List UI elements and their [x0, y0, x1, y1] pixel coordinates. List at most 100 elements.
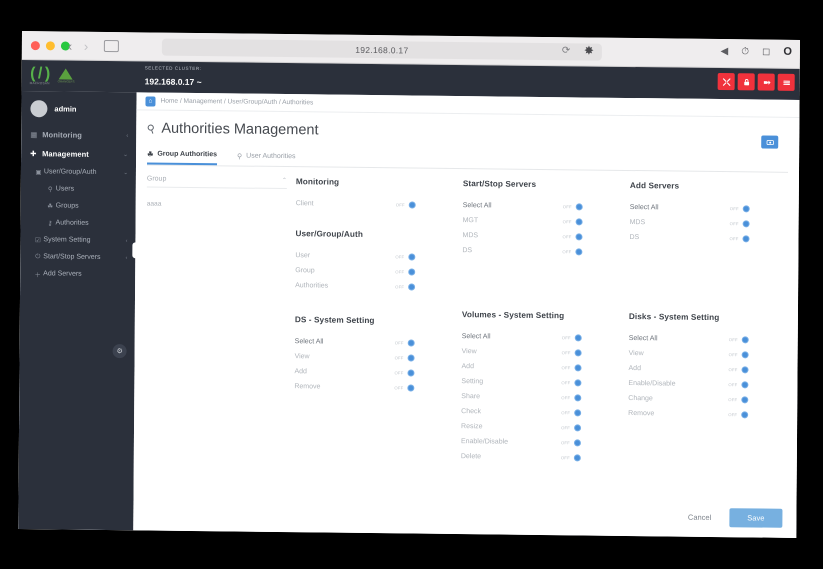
sidebar-item-management[interactable]: ✚ Management ⌄ — [21, 144, 136, 164]
sidebar-item-user-group-auth[interactable]: ▣ User/Group/Auth ⌄ — [21, 163, 136, 181]
toggle-switch[interactable] — [407, 384, 415, 392]
sidebar: admin ▦ Monitoring ‹ ✚ Management ⌄ ▣ Us… — [18, 91, 138, 531]
battery-icon[interactable]: ⏱ — [741, 46, 749, 57]
tab-group-authorities[interactable]: ☘ Group Authorities — [147, 148, 218, 166]
permission-toggle-delete[interactable]: OFF — [561, 454, 581, 462]
toggle-switch[interactable] — [574, 364, 582, 372]
logout-button[interactable] — [757, 73, 775, 91]
permission-toggle-change[interactable]: OFF — [728, 396, 749, 404]
permission-toggle-view[interactable]: OFF — [395, 354, 415, 362]
toggle-switch[interactable] — [741, 381, 749, 389]
permission-toggle-select-all[interactable]: OFF — [730, 205, 750, 213]
permission-toggle-select-all[interactable]: OFF — [563, 203, 583, 211]
sidebar-item-users[interactable]: ⚲ Users — [21, 180, 136, 198]
permission-toggle-remove[interactable]: OFF — [394, 384, 415, 392]
toggle-switch[interactable] — [408, 201, 416, 209]
toggle-switch[interactable] — [574, 379, 582, 387]
permission-toggle-add[interactable]: OFF — [562, 364, 582, 372]
toggle-switch[interactable] — [573, 439, 581, 447]
permission-toggle-select-all[interactable]: OFF — [562, 334, 582, 342]
permission-label: Select All — [629, 204, 659, 212]
toggle-switch[interactable] — [575, 203, 583, 211]
address-bar[interactable]: 192.168.0.17 — [161, 38, 602, 61]
cancel-button[interactable]: Cancel — [678, 508, 722, 527]
minimize-window-button[interactable] — [45, 41, 55, 51]
permission-toggle-add[interactable]: OFF — [394, 369, 415, 377]
list-item[interactable]: aaaa — [147, 197, 296, 212]
back-icon[interactable]: ‹ — [68, 39, 72, 54]
sidebar-item-groups[interactable]: ☘ Groups — [21, 197, 136, 215]
permission-toggle-mds[interactable]: OFF — [562, 233, 583, 241]
volume-icon[interactable]: ◀ — [720, 46, 728, 57]
tab-user-authorities[interactable]: ⚲ User Authorities — [237, 149, 296, 166]
permission-toggle-ds[interactable]: OFF — [729, 235, 750, 243]
toggle-switch[interactable] — [408, 283, 416, 291]
permission-toggle-authorities[interactable]: OFF — [395, 283, 416, 291]
toggle-switch[interactable] — [574, 349, 582, 357]
toggle-switch[interactable] — [407, 369, 415, 377]
sidebar-collapse-button[interactable]: ⚙ — [112, 344, 127, 359]
refresh-button[interactable] — [761, 135, 779, 149]
toggle-switch[interactable] — [741, 366, 749, 374]
toggle-switch[interactable] — [408, 253, 416, 261]
fullscreen-button[interactable] — [717, 73, 735, 91]
sidebar-item-monitoring[interactable]: ▦ Monitoring ‹ — [21, 125, 136, 145]
permission-toggle-select-all[interactable]: OFF — [729, 336, 749, 344]
control-center-icon[interactable]: ◻ — [762, 46, 770, 57]
toggle-switch[interactable] — [574, 394, 582, 402]
share-icon[interactable]: ✸ — [584, 43, 594, 57]
toggle-switch[interactable] — [742, 235, 750, 243]
toggle-switch[interactable] — [741, 351, 749, 359]
toggle-switch[interactable] — [407, 339, 415, 347]
permission-toggle-enable-disable[interactable]: OFF — [561, 439, 581, 447]
permission-toggle-enable-disable[interactable]: OFF — [728, 381, 749, 389]
lock-button[interactable] — [737, 73, 755, 91]
toggle-switch[interactable] — [742, 220, 750, 228]
permission-toggle-resize[interactable]: OFF — [561, 424, 582, 432]
group-select[interactable]: Group ⌃ — [146, 175, 287, 190]
toggle-switch[interactable] — [741, 336, 749, 344]
permission-toggle-add[interactable]: OFF — [729, 366, 749, 374]
home-icon[interactable]: ⌂ — [145, 95, 156, 107]
permission-toggle-select-all[interactable]: OFF — [395, 339, 415, 347]
toggle-switch[interactable] — [573, 454, 581, 462]
permission-toggle-check[interactable]: OFF — [561, 409, 582, 417]
permission-toggle-group[interactable]: OFF — [395, 268, 416, 276]
toggle-switch[interactable] — [575, 218, 583, 226]
toggle-switch[interactable] — [575, 248, 583, 256]
permission-toggle-remove[interactable]: OFF — [728, 411, 749, 419]
save-button[interactable]: Save — [729, 508, 783, 528]
clock-icon[interactable]: O — [783, 46, 792, 58]
toggle-switch[interactable] — [742, 205, 750, 213]
toggle-switch[interactable] — [741, 396, 749, 404]
permission-toggle-mds[interactable]: OFF — [730, 220, 750, 228]
toggle-switch[interactable] — [574, 409, 582, 417]
toggle-switch[interactable] — [574, 334, 582, 342]
sidebar-icon[interactable] — [103, 39, 119, 53]
permission-toggle-share[interactable]: OFF — [561, 394, 582, 402]
sidebar-user[interactable]: admin — [21, 95, 136, 126]
permission-label: Add — [461, 363, 475, 371]
toggle-switch[interactable] — [407, 354, 415, 362]
permission-toggle-setting[interactable]: OFF — [561, 379, 582, 387]
permission-toggle-user[interactable]: OFF — [395, 253, 416, 261]
sidebar-item-add-servers[interactable]: ＋ Add Servers — [20, 265, 135, 283]
reload-icon[interactable]: ⟳ — [562, 45, 570, 56]
toggle-switch[interactable] — [408, 268, 416, 276]
permission-toggle-client[interactable]: OFF — [396, 201, 416, 209]
toggle-switch[interactable] — [741, 411, 749, 419]
window-controls[interactable] — [30, 41, 70, 51]
cluster-selector[interactable]: SELECTED CLUSTER: 192.168.0.17 ~ — [137, 64, 202, 90]
permission-toggle-ds[interactable]: OFF — [562, 248, 583, 256]
permission-toggle-mgt[interactable]: OFF — [563, 218, 583, 226]
menu-button[interactable] — [777, 73, 795, 91]
permission-toggle-view[interactable]: OFF — [729, 351, 749, 359]
toggle-switch[interactable] — [575, 233, 583, 241]
sidebar-item-system-setting[interactable]: ☑ System Setting ‹ — [20, 231, 135, 249]
toggle-switch[interactable] — [574, 424, 582, 432]
close-window-button[interactable] — [30, 41, 40, 51]
sidebar-item-authorities[interactable]: ⚷ Authorities — [21, 214, 136, 232]
sidebar-item-start-stop-servers[interactable]: ⏻ Start/Stop Servers ‹ — [20, 248, 135, 266]
permission-toggle-view[interactable]: OFF — [562, 349, 582, 357]
forward-icon[interactable]: › — [84, 39, 88, 54]
